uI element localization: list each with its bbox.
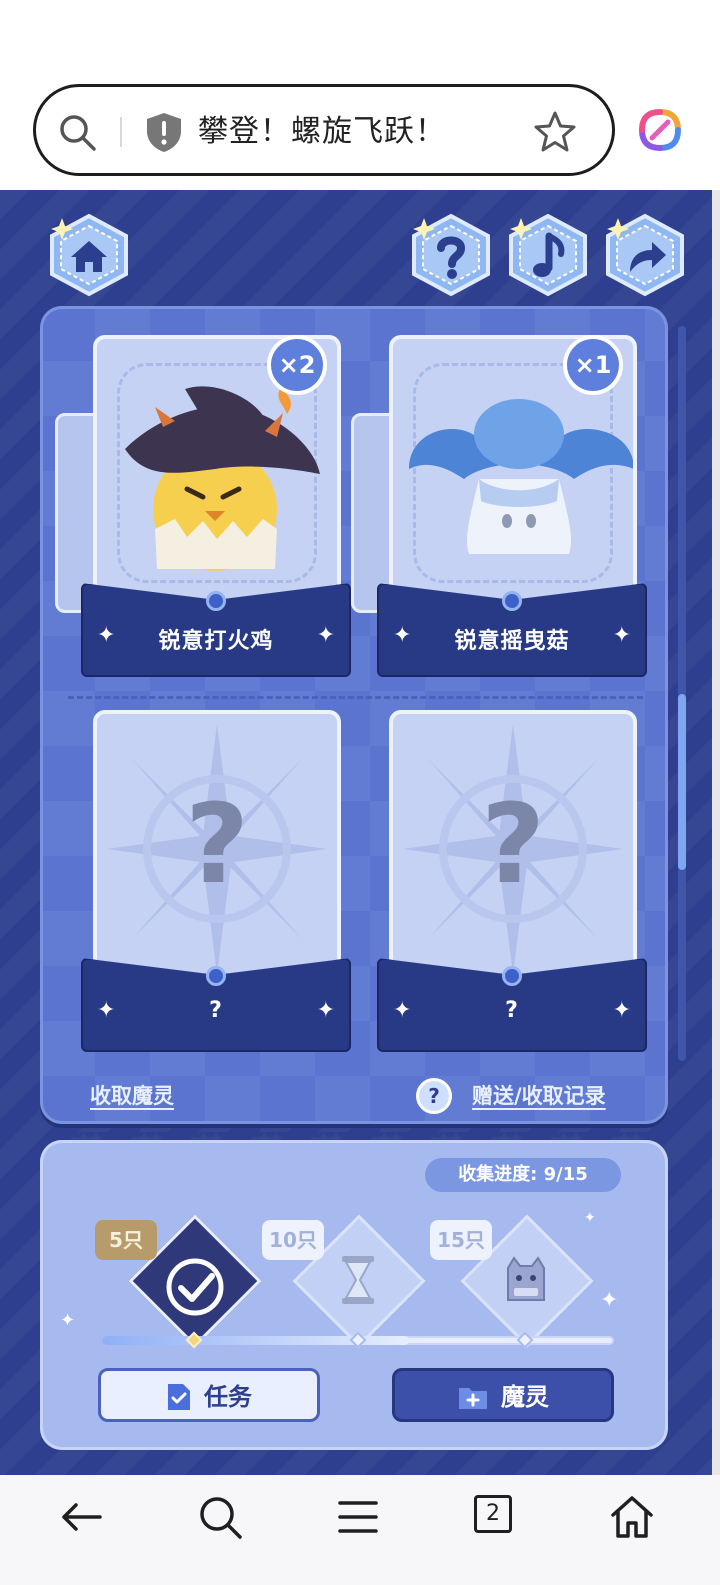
task-button[interactable]: 任务: [98, 1368, 320, 1422]
card-name: ?: [505, 998, 519, 1023]
card-name: ?: [209, 998, 223, 1023]
address-divider: [120, 117, 122, 147]
cat-plush-icon: [507, 1256, 545, 1301]
records-help-icon[interactable]: ?: [416, 1078, 452, 1114]
music-note-icon: [509, 213, 587, 297]
browser-bottom-nav: 2: [0, 1475, 720, 1585]
card-pin: [502, 591, 522, 611]
sparkle-icon: ✦: [612, 998, 631, 1023]
collect-spirit-link[interactable]: 收取魔灵: [90, 1080, 174, 1110]
tabs-button[interactable]: 2: [474, 1495, 512, 1533]
search-icon[interactable]: [196, 1493, 244, 1541]
mystery-mark: ?: [481, 780, 545, 908]
spirit-button[interactable]: 魔灵: [392, 1368, 614, 1422]
shield-icon[interactable]: [144, 111, 184, 153]
home-button[interactable]: [46, 212, 132, 298]
mystery-mark: ?: [185, 780, 249, 908]
card-count-badge: ×2: [267, 335, 327, 395]
milestone-tag: 5只: [95, 1220, 157, 1260]
card-pin: [206, 591, 226, 611]
row-divider: [68, 696, 643, 699]
spirit-card-3-locked[interactable]: ? ✦ ? ✦: [81, 710, 351, 1055]
browser-top-bar: 攀登！螺旋飞跃！: [0, 0, 720, 190]
milestone-tag: 15只: [430, 1220, 492, 1260]
card-face: ?: [93, 710, 341, 990]
edge-strip: [712, 190, 720, 1475]
mushroom-spirit-illustration: [409, 399, 633, 554]
collection-progress-label: 收集进度: 9/15: [425, 1158, 621, 1192]
card-pin: [206, 966, 226, 986]
back-arrow-icon[interactable]: [58, 1493, 106, 1541]
help-icon: [412, 213, 490, 297]
spirit-card-1[interactable]: ×2 ✦ 锐意打火鸡 ✦: [55, 335, 351, 680]
folder-add-icon: [459, 1388, 487, 1409]
card-name: 锐意打火鸡: [158, 629, 274, 654]
spirit-card-2[interactable]: ×1 ✦ 锐意摇曳菇 ✦: [351, 335, 647, 680]
game-area: ×2 ✦ 锐意打火鸡 ✦ ×1 ✦ 锐意摇曳菇 ✦ ? ✦ ? ✦ ? ✦ ? …: [0, 190, 712, 1475]
milestone-tag: 10只: [262, 1220, 324, 1260]
address-bar[interactable]: 攀登！螺旋飞跃！: [33, 84, 615, 176]
menu-icon[interactable]: [334, 1493, 382, 1541]
home-icon: [50, 213, 128, 297]
check-icon: [166, 1258, 224, 1316]
browser-logo-icon[interactable]: [638, 108, 682, 152]
task-doc-icon: [168, 1384, 190, 1410]
spirit-card-4-locked[interactable]: ? ✦ ? ✦: [377, 710, 647, 1055]
sparkle-icon: ✦: [316, 998, 335, 1023]
star-icon[interactable]: [532, 109, 578, 155]
gift-records-link[interactable]: 赠送/收取记录: [472, 1080, 606, 1110]
address-title[interactable]: 攀登！螺旋飞跃！: [198, 111, 446, 153]
card-count-badge: ×1: [563, 335, 623, 395]
card-name: 锐意摇曳菇: [454, 629, 570, 654]
card-face: ?: [389, 710, 637, 990]
scrollbar-thumb[interactable]: [678, 694, 686, 870]
music-button[interactable]: [505, 212, 591, 298]
task-button-label: 任务: [204, 1383, 252, 1411]
sparkle-icon: ✦: [60, 1310, 76, 1331]
help-button[interactable]: [408, 212, 494, 298]
sparkle-icon: ✦: [612, 623, 631, 648]
search-icon[interactable]: [56, 111, 98, 153]
share-icon: [606, 213, 684, 297]
sparkle-icon: ✦: [600, 1288, 619, 1313]
spirit-button-label: 魔灵: [501, 1383, 549, 1411]
fire-chick-illustration: [125, 386, 320, 571]
card-pin: [502, 966, 522, 986]
home-icon[interactable]: [608, 1493, 656, 1541]
sparkle-icon: ✦: [584, 1210, 596, 1226]
share-button[interactable]: [602, 212, 688, 298]
panel-scallop-edge: [48, 1132, 660, 1144]
sparkle-icon: ✦: [316, 623, 335, 648]
hourglass-icon: [342, 1256, 374, 1304]
